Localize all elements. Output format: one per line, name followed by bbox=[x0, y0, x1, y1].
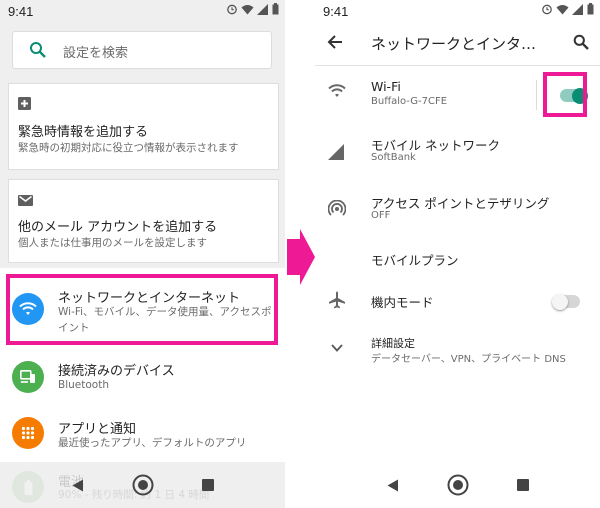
setting-title: Wi-Fi bbox=[371, 79, 401, 94]
airplane-icon bbox=[329, 291, 345, 309]
plus-box-icon bbox=[18, 97, 31, 110]
home-nav-icon[interactable] bbox=[132, 474, 154, 496]
page-title: ネットワークとインタ… bbox=[371, 35, 537, 53]
setting-subtitle: データセーバー、VPN、プライベート DNS bbox=[371, 354, 566, 365]
setting-title: 機内モード bbox=[371, 295, 434, 310]
search-icon[interactable] bbox=[573, 34, 589, 50]
back-nav-icon[interactable] bbox=[387, 479, 399, 492]
back-arrow-icon[interactable] bbox=[327, 34, 343, 50]
wifi-status-icon bbox=[556, 4, 569, 14]
settings-item-connected-devices[interactable]: 接続済みのデバイス Bluetooth bbox=[0, 352, 285, 402]
status-bar: 9:41 bbox=[315, 0, 600, 22]
apps-grid-icon bbox=[12, 417, 44, 449]
status-icons bbox=[541, 3, 594, 15]
wifi-status-icon bbox=[241, 4, 254, 14]
setting-subtitle: Buffalo-G-7CFE bbox=[371, 96, 448, 107]
setting-airplane-mode[interactable]: 機内モード bbox=[315, 283, 600, 317]
setting-mobile-network[interactable]: モバイル ネットワーク SoftBank bbox=[315, 128, 600, 178]
status-time: 9:41 bbox=[323, 4, 349, 19]
settings-item-apps[interactable]: アプリと通知 最近使ったアプリ、デフォルトのアプリ bbox=[0, 410, 285, 460]
item-subtitle: Bluetooth bbox=[58, 379, 109, 391]
arrow-right-icon bbox=[287, 229, 315, 285]
setting-title: アクセス ポイントとテザリング bbox=[371, 196, 550, 211]
recents-nav-icon[interactable] bbox=[201, 479, 214, 491]
signal-icon bbox=[572, 3, 583, 15]
toggle-knob bbox=[552, 293, 568, 310]
battery-status-icon bbox=[272, 3, 279, 15]
hotspot-icon bbox=[328, 200, 346, 216]
setting-advanced[interactable]: 詳細設定 データセーバー、VPN、プライベート DNS bbox=[315, 330, 600, 370]
wifi-icon bbox=[328, 84, 346, 97]
highlight-box bbox=[6, 274, 278, 345]
add-email-card[interactable]: 他のメール アカウントを追加する 個人または仕事用のメールを設定します bbox=[8, 179, 279, 263]
status-time: 9:41 bbox=[8, 4, 34, 19]
setting-title: モバイルプラン bbox=[371, 253, 459, 268]
setting-subtitle: SoftBank bbox=[371, 152, 416, 163]
search-placeholder: 設定を検索 bbox=[63, 46, 129, 61]
cellular-signal-icon bbox=[328, 144, 344, 160]
mail-icon bbox=[18, 195, 33, 206]
setting-subtitle: OFF bbox=[371, 210, 391, 221]
alarm-icon bbox=[542, 4, 552, 15]
setting-mobile-plan[interactable]: モバイルプラン bbox=[315, 244, 600, 274]
setting-hotspot-tethering[interactable]: アクセス ポイントとテザリング OFF bbox=[315, 186, 600, 236]
app-bar: ネットワークとインタ… bbox=[315, 22, 600, 66]
card-subtitle: 個人または仕事用のメールを設定します bbox=[18, 237, 207, 249]
alarm-icon bbox=[227, 4, 237, 15]
network-internet-screen: 9:41 ネットワークとインタ… Wi-Fi Buffalo-G-7CFE モバ… bbox=[315, 0, 600, 508]
item-subtitle: 最近使ったアプリ、デフォルトのアプリ bbox=[58, 437, 247, 449]
search-icon bbox=[30, 42, 46, 58]
battery-status-icon bbox=[587, 3, 594, 15]
emergency-info-card[interactable]: 緊急時情報を追加する 緊急時の初期対応に役立つ情報が表示されます bbox=[8, 83, 279, 170]
card-title: 他のメール アカウントを追加する bbox=[18, 220, 218, 235]
search-bar[interactable]: 設定を検索 bbox=[12, 31, 272, 69]
recents-nav-icon[interactable] bbox=[516, 479, 529, 491]
back-nav-icon[interactable] bbox=[72, 479, 84, 492]
highlight-box bbox=[543, 72, 587, 117]
devices-icon bbox=[12, 361, 44, 393]
navigation-bar bbox=[0, 462, 285, 508]
home-nav-icon[interactable] bbox=[447, 474, 469, 496]
status-bar: 9:41 bbox=[0, 0, 285, 22]
status-icons bbox=[226, 3, 279, 15]
card-subtitle: 緊急時の初期対応に役立つ情報が表示されます bbox=[18, 142, 239, 154]
chevron-down-icon bbox=[331, 344, 343, 352]
divider bbox=[536, 80, 537, 110]
navigation-bar bbox=[315, 462, 600, 508]
signal-icon bbox=[257, 3, 268, 15]
airplane-mode-toggle[interactable] bbox=[552, 293, 580, 310]
setting-title: 詳細設定 bbox=[371, 337, 415, 350]
card-title: 緊急時情報を追加する bbox=[18, 125, 149, 140]
settings-screen: 9:41 設定を検索 緊急時情報を追加する 緊急時の初期対応に役立つ情報が表示さ… bbox=[0, 0, 285, 508]
